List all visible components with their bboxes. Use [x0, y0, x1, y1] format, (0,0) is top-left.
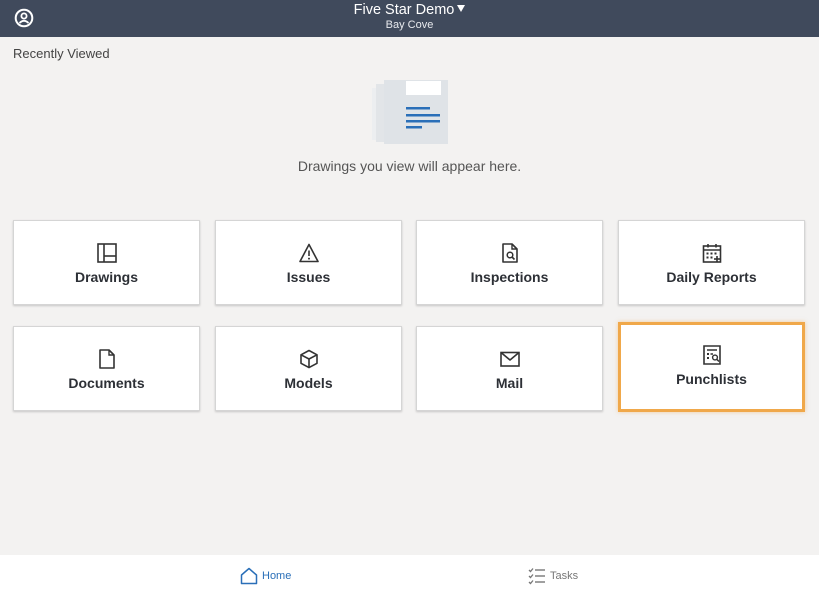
project-name: Five Star Demo [353, 2, 455, 18]
tool-tile-issues[interactable]: Issues [215, 220, 402, 305]
nav-tasks[interactable]: Tasks [528, 567, 578, 585]
document-search-icon [501, 243, 518, 263]
nav-home-label: Home [262, 570, 292, 582]
warning-triangle-icon [298, 243, 319, 263]
tool-tile-mail[interactable]: Mail [416, 326, 603, 411]
tool-tile-inspections[interactable]: Inspections [416, 220, 603, 305]
punchlist-icon [702, 345, 721, 365]
tool-label: Documents [68, 375, 145, 391]
tool-label: Issues [286, 269, 331, 285]
bottom-nav: Home Tasks [0, 555, 819, 595]
tool-tile-drawings[interactable]: Drawings [13, 220, 200, 305]
nav-home[interactable]: Home [240, 567, 291, 585]
recently-viewed-label: Recently Viewed [13, 46, 110, 61]
tasks-checklist-icon [528, 568, 545, 585]
dropdown-caret-icon [457, 5, 466, 12]
tool-tile-punchlists[interactable]: Punchlists [618, 322, 805, 412]
project-location: Bay Cove [385, 19, 434, 31]
drawings-icon [96, 243, 117, 263]
empty-state-message: Drawings you view will appear here. [297, 158, 522, 174]
tool-label: Mail [495, 375, 524, 391]
tool-label: Punchlists [676, 371, 747, 387]
home-icon [240, 567, 258, 585]
tool-tile-documents[interactable]: Documents [13, 326, 200, 411]
cube-icon [299, 349, 318, 369]
tool-label: Daily Reports [666, 269, 757, 285]
calendar-plus-icon [702, 244, 721, 263]
nav-tasks-label: Tasks [550, 570, 579, 582]
tool-label: Inspections [470, 269, 549, 285]
document-icon [98, 349, 115, 369]
top-bar: Five Star Demo Bay Cove [0, 0, 819, 37]
tool-label: Drawings [74, 269, 138, 285]
drawings-placeholder-illustration [372, 80, 448, 144]
project-selector[interactable]: Five Star Demo Bay Cove [0, 2, 819, 32]
tool-tile-daily-reports[interactable]: Daily Reports [618, 220, 805, 305]
mail-icon [499, 351, 520, 367]
tool-label: Models [284, 375, 333, 391]
tool-tile-models[interactable]: Models [215, 326, 402, 411]
